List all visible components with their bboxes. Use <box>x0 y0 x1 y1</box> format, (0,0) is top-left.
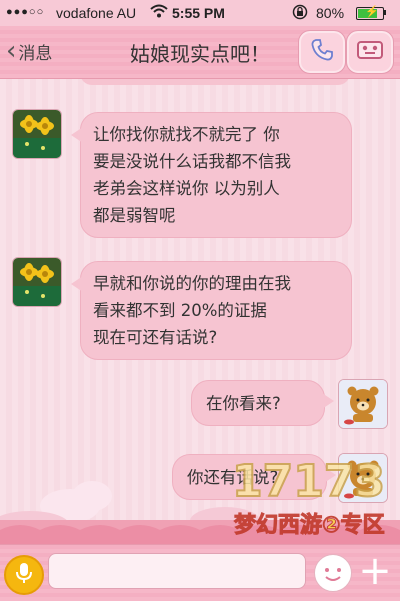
phone-call-button[interactable] <box>298 30 346 74</box>
battery-tip <box>384 10 386 15</box>
back-button[interactable]: ‹ 消息 <box>6 36 52 66</box>
phone-icon <box>309 37 335 67</box>
microphone-icon <box>15 562 33 588</box>
watermark-subtitle: 梦幻西游②专区 <box>234 512 385 538</box>
flower-avatar-image <box>13 258 61 306</box>
status-bar: ●●●○○ vodafone AU 5:55 PM 80% ⚡ <box>0 0 400 26</box>
watermark-number: 17173 <box>232 456 385 507</box>
contact-avatar[interactable] <box>12 109 62 159</box>
more-options-button[interactable]: + <box>356 551 394 591</box>
message-text: 早就和你说的你的理由在我 看来都不到 20%的证据 现在可还有话说? <box>93 274 291 347</box>
charging-bolt-icon: ⚡ <box>365 6 379 18</box>
wifi-icon <box>150 3 168 22</box>
contact-avatar[interactable] <box>12 257 62 307</box>
watermark-logo: 17173 梦幻西游②专区 <box>222 452 400 542</box>
chevron-left-icon: ‹ <box>6 36 17 66</box>
message-bubble-3[interactable]: 在你看来? <box>191 380 334 426</box>
signal-strength-icon: ●●●○○ <box>6 6 45 18</box>
battery-icon: ⚡ <box>356 6 384 20</box>
page-title: 姑娘现实点吧！ <box>130 42 270 66</box>
input-bar: + <box>0 544 400 601</box>
my-avatar[interactable] <box>338 379 388 429</box>
message-text: 在你看来? <box>206 394 281 413</box>
message-input[interactable] <box>48 553 306 589</box>
rotation-lock-icon <box>292 4 308 23</box>
message-bubble-2[interactable]: 早就和你说的你的理由在我 看来都不到 20%的证据 现在可还有话说? <box>71 261 352 360</box>
clock: 5:55 PM <box>172 5 225 21</box>
profile-button[interactable] <box>346 30 394 74</box>
nav-bar: ‹ 消息 姑娘现实点吧！ <box>0 26 400 79</box>
message-text: 让你找你就找不就完了 你 要是没说什么话我都不信我 老弟会这样说你 以为别人 都… <box>93 125 291 225</box>
flower-avatar-image <box>13 110 61 158</box>
plus-icon: + <box>358 548 392 594</box>
battery-percent: 80% <box>316 5 345 21</box>
message-bubble-1[interactable]: 让你找你就找不就完了 你 要是没说什么话我都不信我 老弟会这样说你 以为别人 都… <box>71 112 352 238</box>
emoji-button[interactable] <box>314 554 352 592</box>
previous-message-bubble <box>80 79 350 85</box>
cloud-decoration <box>72 481 112 511</box>
bear-avatar-image <box>339 380 387 428</box>
carrier-name: vodafone AU <box>56 5 137 21</box>
voice-input-button[interactable] <box>4 555 44 595</box>
profile-card-icon <box>355 38 385 66</box>
back-label: 消息 <box>18 43 53 64</box>
smiley-icon <box>315 557 351 595</box>
